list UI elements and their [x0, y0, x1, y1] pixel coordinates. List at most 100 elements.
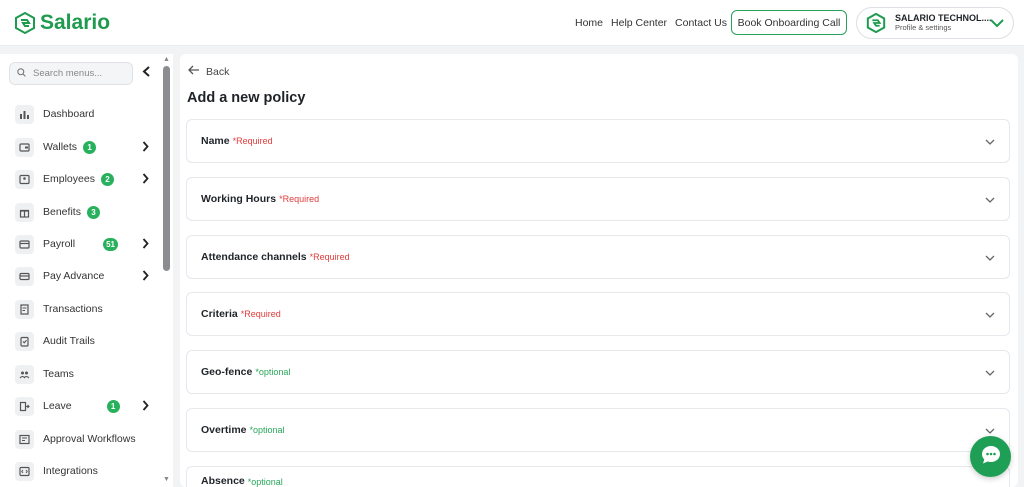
nav-home-link[interactable]: Home — [575, 17, 603, 29]
sidebar-item-label: Employees — [43, 173, 95, 185]
main-content: Back Add a new policy Name *Required Wor… — [180, 54, 1018, 487]
sidebar-item-label: Integrations — [43, 465, 98, 477]
sidebar-item-integrations[interactable]: Integrations — [15, 460, 160, 482]
count-badge: 3 — [86, 205, 100, 219]
sidebar-item-dashboard[interactable]: Dashboard — [15, 103, 160, 125]
sidebar-item-approval-workflows[interactable]: Approval Workflows — [15, 428, 160, 450]
top-nav: Home Help Center Contact Us — [575, 17, 727, 29]
sidebar-item-teams[interactable]: Teams — [15, 363, 160, 385]
sidebar-item-transactions[interactable]: Transactions — [15, 298, 160, 320]
sidebar-item-label: Audit Trails — [43, 335, 95, 347]
nav-help-center-link[interactable]: Help Center — [611, 17, 667, 29]
count-badge: 1 — [83, 140, 97, 154]
org-logo-icon — [865, 12, 887, 34]
sidebar-item-benefits[interactable]: Benefits 3 — [15, 201, 160, 223]
count-badge: 2 — [100, 172, 114, 186]
sidebar-item-label: Teams — [43, 368, 74, 380]
profile-subtitle: Profile & settings — [895, 23, 952, 32]
sidebar-item-wallets[interactable]: Wallets 1 — [15, 136, 160, 158]
back-label: Back — [206, 65, 230, 78]
section-title: Working Hours — [201, 193, 277, 205]
collapse-sidebar-icon[interactable] — [142, 66, 151, 80]
sidebar-item-payroll[interactable]: Payroll 51 — [15, 233, 160, 255]
receipt-icon — [15, 299, 34, 319]
sidebar-search-input[interactable]: Search menus... — [9, 62, 133, 85]
brand-logo[interactable]: Salario — [14, 11, 110, 35]
nav-contact-us-link[interactable]: Contact Us — [675, 17, 727, 29]
logo-icon — [14, 12, 36, 34]
section-title: Absence — [201, 475, 245, 487]
sidebar-item-leave[interactable]: Leave 1 — [15, 395, 160, 417]
bar-chart-icon — [15, 104, 34, 124]
chevron-right-icon — [142, 173, 149, 187]
workflow-icon — [15, 429, 34, 449]
profile-menu[interactable]: SALARIO TECHNOL.... Profile & settings — [856, 7, 1014, 39]
employee-icon — [15, 169, 34, 189]
chevron-right-icon — [142, 270, 149, 284]
section-title: Attendance channels — [201, 251, 307, 263]
payroll-icon — [15, 234, 34, 254]
wallet-icon — [15, 137, 34, 157]
logo-text: Salario — [40, 11, 111, 34]
required-tag: *Required — [232, 136, 273, 146]
sidebar-scrollbar[interactable] — [163, 66, 170, 271]
required-tag: *Required — [240, 309, 281, 319]
audit-icon — [15, 331, 34, 351]
arrow-left-icon — [188, 65, 200, 78]
team-icon — [15, 364, 34, 384]
count-badge: 1 — [106, 399, 120, 413]
section-name[interactable]: Name *Required — [186, 119, 1010, 163]
chevron-down-icon — [985, 368, 995, 380]
top-header: Salario Home Help Center Contact Us Book… — [0, 0, 1024, 46]
back-link[interactable]: Back — [188, 65, 229, 78]
section-geo-fence[interactable]: Geo-fence *optional — [186, 350, 1010, 394]
section-overtime[interactable]: Overtime *optional — [186, 408, 1010, 452]
required-tag: *Required — [309, 252, 350, 262]
chevron-right-icon — [142, 400, 149, 414]
sidebar: Search menus... ▲ ▼ Dashboard Wallets 1 … — [0, 54, 173, 487]
org-name: SALARIO TECHNOL.... — [895, 13, 992, 23]
chevron-down-icon — [990, 17, 1004, 32]
code-icon — [15, 461, 34, 481]
sidebar-item-label: Payroll — [43, 238, 76, 250]
optional-tag: *optional — [247, 477, 283, 487]
optional-tag: *optional — [249, 425, 285, 435]
sidebar-item-label: Dashboard — [43, 108, 95, 120]
leave-icon — [15, 396, 34, 416]
sidebar-item-label: Approval Workflows — [43, 433, 136, 445]
search-icon — [17, 67, 26, 80]
optional-tag: *optional — [255, 367, 291, 377]
chevron-right-icon — [142, 238, 149, 252]
section-title: Overtime — [201, 424, 247, 436]
sidebar-item-label: Pay Advance — [43, 270, 105, 282]
chat-bubble-icon — [980, 444, 1002, 469]
search-placeholder: Search menus... — [33, 68, 103, 79]
section-absence[interactable]: Absence *optional — [186, 466, 1010, 487]
section-title: Name — [201, 135, 230, 147]
chevron-down-icon — [985, 195, 995, 207]
section-attendance-channels[interactable]: Attendance channels *Required — [186, 235, 1010, 279]
chevron-down-icon — [985, 310, 995, 322]
sidebar-item-employees[interactable]: Employees 2 — [15, 168, 160, 190]
card-icon — [15, 266, 34, 286]
section-criteria[interactable]: Criteria *Required — [186, 292, 1010, 336]
scroll-up-arrow[interactable]: ▲ — [163, 56, 170, 63]
chevron-down-icon — [985, 137, 995, 149]
section-working-hours[interactable]: Working Hours *Required — [186, 177, 1010, 221]
section-title: Criteria — [201, 308, 238, 320]
sidebar-item-label: Benefits — [43, 206, 81, 218]
book-onboarding-call-button[interactable]: Book Onboarding Call — [731, 10, 847, 35]
required-tag: *Required — [279, 194, 320, 204]
gift-icon — [15, 202, 34, 222]
sidebar-item-pay-advance[interactable]: Pay Advance — [15, 265, 160, 287]
scroll-down-arrow[interactable]: ▼ — [163, 476, 170, 483]
chat-support-button[interactable] — [970, 436, 1011, 477]
count-badge: 51 — [103, 237, 119, 251]
chevron-right-icon — [142, 141, 149, 155]
sidebar-item-label: Transactions — [43, 303, 103, 315]
sidebar-item-label: Leave — [43, 400, 72, 412]
sidebar-item-label: Wallets — [43, 141, 78, 153]
page-title: Add a new policy — [187, 90, 306, 106]
chevron-down-icon — [985, 253, 995, 265]
sidebar-item-audit-trails[interactable]: Audit Trails — [15, 330, 160, 352]
